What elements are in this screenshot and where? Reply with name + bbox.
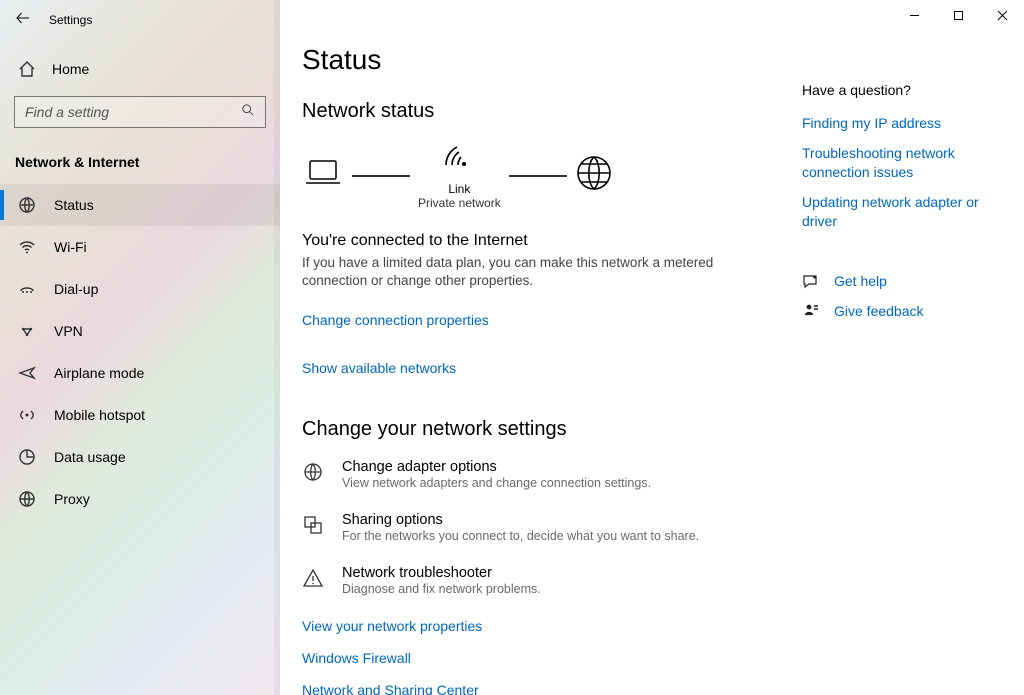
help-link-troubleshoot[interactable]: Troubleshooting network connection issue… bbox=[802, 144, 1002, 183]
network-diagram: Link Private network bbox=[302, 141, 782, 210]
titlebar: Settings bbox=[0, 0, 280, 40]
hotspot-icon bbox=[18, 406, 36, 424]
data-usage-icon bbox=[18, 448, 36, 466]
main: Status Network status Link Private netwo… bbox=[280, 0, 1024, 695]
home-button[interactable]: Home bbox=[0, 48, 280, 90]
search-input[interactable] bbox=[14, 96, 266, 128]
sidebar-item-dialup[interactable]: Dial-up bbox=[0, 268, 280, 310]
group-title: Network & Internet bbox=[0, 132, 280, 180]
sidebar-item-label: Status bbox=[54, 197, 94, 213]
close-button[interactable] bbox=[980, 0, 1024, 30]
link-name: Link bbox=[448, 182, 470, 196]
help-sidebar: Have a question? Finding my IP address T… bbox=[802, 0, 1024, 695]
show-available-networks-link[interactable]: Show available networks bbox=[302, 360, 456, 376]
connection-line bbox=[509, 175, 567, 177]
sidebar-item-label: VPN bbox=[54, 323, 83, 339]
connected-description: If you have a limited data plan, you can… bbox=[302, 254, 722, 290]
sidebar-item-datausage[interactable]: Data usage bbox=[0, 436, 280, 478]
windows-firewall-link[interactable]: Windows Firewall bbox=[302, 650, 782, 666]
sidebar: Settings Home Network & Internet Status bbox=[0, 0, 280, 695]
dialup-icon bbox=[18, 280, 36, 298]
help-link-ip[interactable]: Finding my IP address bbox=[802, 114, 1002, 134]
vpn-icon bbox=[18, 322, 36, 340]
setting-sub: Diagnose and fix network problems. bbox=[342, 582, 541, 596]
search-field[interactable] bbox=[25, 104, 241, 120]
view-network-properties-link[interactable]: View your network properties bbox=[302, 618, 782, 634]
content: Status Network status Link Private netwo… bbox=[280, 0, 802, 695]
sidebar-item-label: Mobile hotspot bbox=[54, 407, 145, 423]
sidebar-item-label: Wi-Fi bbox=[54, 239, 87, 255]
setting-sub: For the networks you connect to, decide … bbox=[342, 529, 699, 543]
nav-list: Status Wi-Fi Dial-up VPN Airplane mode M… bbox=[0, 184, 280, 520]
setting-change-adapter[interactable]: Change adapter options View network adap… bbox=[302, 459, 782, 490]
change-settings-heading: Change your network settings bbox=[302, 418, 782, 441]
get-help-icon bbox=[802, 273, 820, 291]
adapter-icon bbox=[302, 461, 324, 483]
sidebar-item-label: Proxy bbox=[54, 491, 90, 507]
home-icon bbox=[18, 60, 36, 78]
help-link-adapter[interactable]: Updating network adapter or driver bbox=[802, 193, 1002, 232]
sharing-icon bbox=[302, 514, 324, 536]
feedback-icon bbox=[802, 302, 820, 320]
sidebar-item-label: Data usage bbox=[54, 449, 126, 465]
window-controls bbox=[892, 0, 1024, 30]
sidebar-item-hotspot[interactable]: Mobile hotspot bbox=[0, 394, 280, 436]
page-title: Status bbox=[302, 44, 782, 76]
app-title: Settings bbox=[49, 13, 92, 27]
status-icon bbox=[18, 196, 36, 214]
give-feedback-link[interactable]: Give feedback bbox=[834, 302, 924, 322]
sidebar-item-label: Airplane mode bbox=[54, 365, 144, 381]
get-help-link[interactable]: Get help bbox=[834, 272, 887, 292]
setting-troubleshooter[interactable]: Network troubleshooter Diagnose and fix … bbox=[302, 565, 782, 596]
setting-title: Sharing options bbox=[342, 512, 699, 528]
back-icon[interactable] bbox=[15, 10, 31, 31]
sidebar-item-label: Dial-up bbox=[54, 281, 98, 297]
change-connection-properties-link[interactable]: Change connection properties bbox=[302, 312, 489, 328]
globe-icon bbox=[575, 154, 613, 197]
network-status-heading: Network status bbox=[302, 100, 782, 123]
sidebar-item-proxy[interactable]: Proxy bbox=[0, 478, 280, 520]
home-label: Home bbox=[52, 61, 89, 77]
wifi-large-icon bbox=[441, 141, 477, 176]
setting-title: Change adapter options bbox=[342, 459, 651, 475]
connection-line bbox=[352, 175, 410, 177]
search-icon bbox=[241, 103, 255, 122]
proxy-icon bbox=[18, 490, 36, 508]
sidebar-item-airplane[interactable]: Airplane mode bbox=[0, 352, 280, 394]
warning-icon bbox=[302, 567, 324, 589]
minimize-button[interactable] bbox=[892, 0, 936, 30]
get-help-row[interactable]: Get help bbox=[802, 272, 1002, 292]
sidebar-item-wifi[interactable]: Wi-Fi bbox=[0, 226, 280, 268]
maximize-button[interactable] bbox=[936, 0, 980, 30]
airplane-icon bbox=[18, 364, 36, 382]
have-a-question: Have a question? bbox=[802, 82, 1002, 98]
give-feedback-row[interactable]: Give feedback bbox=[802, 302, 1002, 322]
laptop-icon bbox=[302, 155, 344, 196]
setting-sharing-options[interactable]: Sharing options For the networks you con… bbox=[302, 512, 782, 543]
connected-title: You're connected to the Internet bbox=[302, 232, 782, 250]
wifi-icon bbox=[18, 238, 36, 256]
network-sharing-center-link[interactable]: Network and Sharing Center bbox=[302, 682, 782, 695]
setting-sub: View network adapters and change connect… bbox=[342, 476, 651, 490]
link-type: Private network bbox=[418, 196, 501, 210]
sidebar-item-vpn[interactable]: VPN bbox=[0, 310, 280, 352]
setting-title: Network troubleshooter bbox=[342, 565, 541, 581]
sidebar-item-status[interactable]: Status bbox=[0, 184, 280, 226]
